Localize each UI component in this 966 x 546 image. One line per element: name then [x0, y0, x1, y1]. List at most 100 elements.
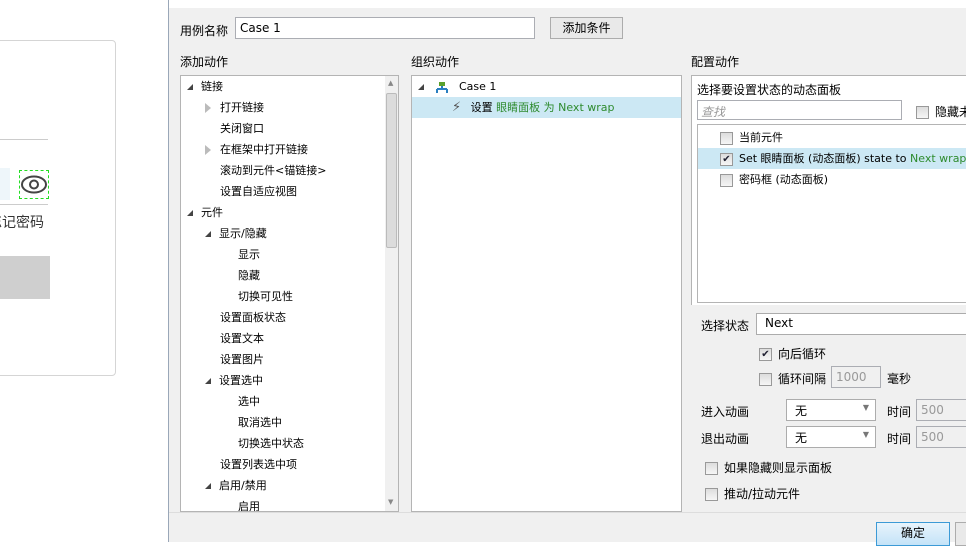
exit-anim-value: 无 — [795, 431, 808, 445]
action-tree-item[interactable]: 设置选中 — [205, 370, 263, 391]
action-tree-item[interactable]: 设置自适应视图 — [205, 181, 297, 202]
checkbox[interactable] — [720, 131, 733, 145]
action-tree-item[interactable]: 关闭窗口 — [205, 118, 264, 139]
action-tree-item[interactable]: 设置列表选中项 — [205, 454, 297, 475]
add-action-title: 添加动作 — [180, 55, 229, 69]
action-tree-item[interactable]: 在框架中打开链接 — [205, 139, 308, 160]
enter-time-input[interactable]: 500 — [916, 399, 966, 421]
action-tree-label: 设置图片 — [220, 353, 264, 366]
action-tree: 链接打开链接关闭窗口在框架中打开链接 滚动到元件<锚链接> 设置自适应视图 元件 显示/… — [180, 75, 399, 512]
action-tree-label: 隐藏 — [238, 269, 260, 282]
collapsed-icon[interactable] — [205, 145, 211, 155]
expanded-icon[interactable] — [187, 84, 193, 90]
action-tree-label: 链接 — [201, 80, 223, 93]
exit-time-input[interactable]: 500 — [916, 426, 966, 448]
chevron-down-icon: ▼ — [862, 403, 869, 412]
login-card — [0, 40, 116, 376]
checkbox[interactable] — [759, 373, 772, 386]
panel-list-item[interactable]: ✔ Set 眼睛面板 (动态面板) state to Next wrap — [698, 148, 966, 169]
action-tree-item[interactable]: 滚动到元件<锚链接> — [205, 160, 326, 181]
password-input[interactable] — [0, 168, 10, 200]
show-if-hidden-checkbox[interactable]: 如果隐藏则显示面板 — [705, 459, 832, 476]
expanded-icon[interactable] — [205, 231, 211, 237]
action-tree-label: 打开链接 — [220, 101, 264, 114]
expanded-icon[interactable] — [187, 210, 193, 216]
action-tree-item[interactable]: 显示/隐藏 — [205, 223, 267, 244]
divider — [0, 204, 48, 205]
scrollbar-thumb[interactable] — [386, 93, 397, 248]
hide-unnamed-label: 隐藏未命名 — [935, 105, 966, 119]
hide-unnamed-checkbox[interactable]: 隐藏未命名 — [916, 103, 966, 120]
action-tree-item[interactable]: 显示 — [223, 244, 260, 265]
scroll-up-icon[interactable]: ▲ — [388, 79, 393, 87]
exit-anim-label: 退出动画 — [701, 432, 750, 446]
action-tree-item[interactable]: 启用 — [223, 496, 260, 512]
panel-state: Next wrap — [910, 152, 966, 165]
action-tree-item[interactable]: 隐藏 — [223, 265, 260, 286]
enter-anim-value: 无 — [795, 404, 808, 418]
action-tree-label: 显示 — [238, 248, 260, 261]
action-tree-item[interactable]: 切换选中状态 — [223, 433, 304, 454]
case-node[interactable]: Case 1 — [418, 76, 496, 97]
expanded-icon[interactable] — [205, 483, 211, 489]
cancel-button[interactable] — [955, 522, 966, 546]
action-tree-label: 关闭窗口 — [220, 122, 264, 135]
state-select[interactable]: Next — [756, 313, 966, 335]
panel-label: Set 眼睛面板 (动态面板) state to — [739, 152, 911, 165]
forgot-password-link[interactable]: 忘记密码 — [0, 212, 44, 232]
panel-label: 密码框 (动态面板) — [739, 173, 829, 186]
scroll-down-icon[interactable]: ▼ — [388, 498, 393, 506]
action-tree-label: 启用 — [238, 500, 260, 512]
expanded-icon[interactable] — [205, 378, 211, 384]
enter-anim-select[interactable]: 无 ▼ — [786, 399, 876, 421]
case-icon — [435, 81, 448, 93]
interval-input[interactable]: 1000 — [831, 366, 881, 388]
organize-title: 组织动作 — [411, 55, 460, 69]
expand-icon[interactable] — [418, 84, 424, 90]
checkbox[interactable]: ✔ — [759, 348, 772, 361]
case-name-input[interactable]: Case 1 — [235, 17, 535, 39]
action-tree-item[interactable]: 元件 — [187, 202, 223, 223]
push-pull-checkbox[interactable]: 推动/拉动元件 — [705, 485, 800, 502]
action-tree-item[interactable]: 启用/禁用 — [205, 475, 267, 496]
action-tree-item[interactable]: 打开链接 — [205, 97, 264, 118]
interval-unit: 毫秒 — [887, 372, 912, 386]
checkbox[interactable] — [916, 106, 929, 119]
action-item[interactable]: ⚡ 设置 眼睛面板 为 Next wrap — [412, 97, 681, 118]
panel-list-item[interactable]: 当前元件 — [698, 127, 966, 148]
collapsed-icon[interactable] — [205, 103, 211, 113]
action-tree-item[interactable]: 链接 — [187, 76, 223, 97]
action-tree-item[interactable]: 选中 — [223, 391, 260, 412]
eye-icon[interactable] — [19, 170, 49, 199]
action-tree-item[interactable]: 设置图片 — [205, 349, 264, 370]
action-tree-label: 启用/禁用 — [219, 479, 267, 492]
organize-panel: Case 1 ⚡ 设置 眼睛面板 为 Next wrap — [411, 75, 682, 512]
action-tree-label: 取消选中 — [238, 416, 282, 429]
show-if-hidden-label: 如果隐藏则显示面板 — [724, 461, 833, 475]
ok-button[interactable]: 确定 — [876, 522, 950, 546]
search-input[interactable]: 查找 — [697, 100, 902, 120]
panel-list-item[interactable]: 密码框 (动态面板) — [698, 169, 966, 190]
login-button[interactable] — [0, 256, 50, 299]
chevron-down-icon: ▼ — [862, 430, 869, 439]
action-tree-label: 设置面板状态 — [220, 311, 286, 324]
interval-checkbox[interactable]: 循环间隔 — [759, 370, 826, 387]
enter-anim-label: 进入动画 — [701, 405, 750, 419]
action-tree-item[interactable]: 取消选中 — [223, 412, 282, 433]
action-tree-label: 切换选中状态 — [238, 437, 304, 450]
checkbox[interactable] — [705, 488, 718, 501]
case-name-label: 用例名称 — [180, 24, 229, 38]
checkbox[interactable]: ✔ — [720, 152, 733, 166]
push-pull-label: 推动/拉动元件 — [724, 487, 801, 501]
wrap-checkbox[interactable]: ✔ 向后循环 — [759, 345, 826, 362]
action-tree-item[interactable]: 切换可见性 — [223, 286, 293, 307]
checkbox[interactable] — [705, 462, 718, 475]
action-tree-item[interactable]: 设置文本 — [205, 328, 264, 349]
action-tree-label: 设置列表选中项 — [220, 458, 297, 471]
lightning-icon: ⚡ — [452, 100, 462, 115]
add-condition-button[interactable]: 添加条件 — [550, 17, 623, 39]
exit-anim-select[interactable]: 无 ▼ — [786, 426, 876, 448]
action-tree-item[interactable]: 设置面板状态 — [205, 307, 286, 328]
checkbox[interactable] — [720, 173, 733, 187]
divider — [169, 512, 966, 513]
